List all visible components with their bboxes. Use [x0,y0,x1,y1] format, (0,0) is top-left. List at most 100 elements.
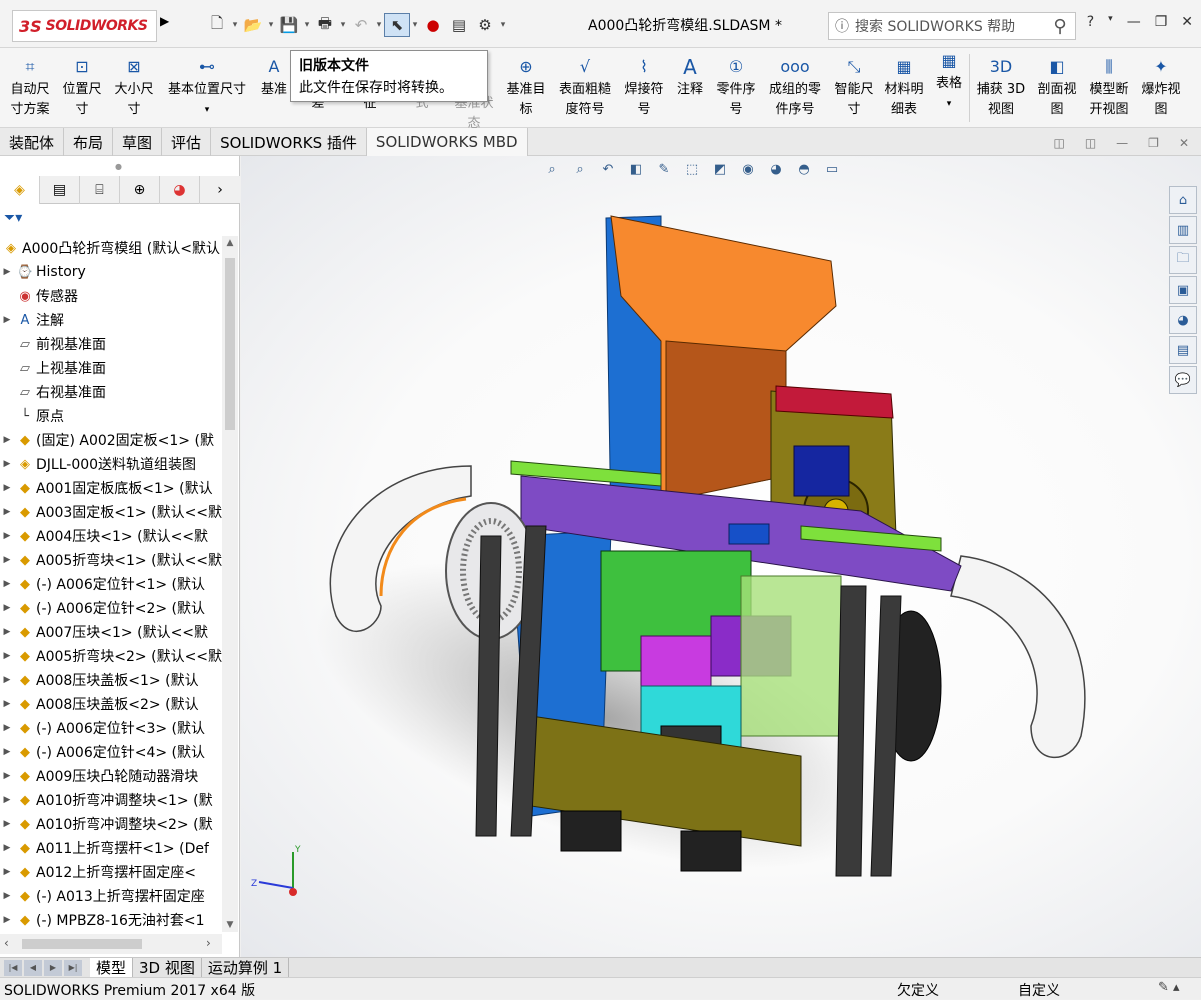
tree-item[interactable]: ▶ A 注解 [0,308,222,332]
tree-vertical-scrollbar[interactable]: ▲ ▼ [222,236,238,932]
dimxpert-tab-icon[interactable]: ⊕ [120,176,160,204]
scroll-thumb[interactable] [225,258,235,430]
expand-arrow-icon[interactable]: ▶ [0,747,14,757]
expand-arrow-icon[interactable]: ▶ [0,315,14,325]
tab-evaluate[interactable]: 评估 [162,128,212,156]
tree-item[interactable]: ▶ ◆ (-) MPBZ8-16无油衬套<1 [0,908,222,932]
expand-arrow-icon[interactable]: ▶ [0,843,14,853]
search-icon[interactable]: ⚲ [1045,16,1075,37]
expand-arrow-icon[interactable]: ▶ [0,915,14,925]
help-menu-icon[interactable]: ? [1087,14,1094,30]
expand-arrow-icon[interactable]: ▶ [0,699,14,709]
ribbon-button-weld-symbol[interactable]: ⌇ 焊接符 号 [620,54,668,120]
chevron-down-icon[interactable]: ▾ [1108,14,1113,30]
scroll-left-icon[interactable]: ‹ [4,936,9,950]
tree-item[interactable]: ▶ ◆ (固定) A002固定板<1> (默 [0,428,222,452]
tree-item[interactable]: ▶ ◆ A010折弯冲调整块<1> (默 [0,788,222,812]
ribbon-button-section-view[interactable]: ◧ 剖面视 图 [1032,54,1082,120]
tree-item[interactable]: ▱ 前视基准面 [0,332,222,356]
design-library-icon[interactable]: ▥ [1169,216,1197,244]
expand-arrow-icon[interactable]: ▶ [0,723,14,733]
ribbon-button-auto-dimension[interactable]: ⌗ 自动尺 寸方案 [6,54,54,120]
tree-item[interactable]: ▱ 上视基准面 [0,356,222,380]
tree-item[interactable]: ▶ ◆ (-) A006定位针<4> (默认 [0,740,222,764]
chevron-down-icon[interactable]: ▾ [230,20,240,30]
prev-tab-icon[interactable]: ◀ [24,959,42,976]
ribbon-button-smart-dimension[interactable]: ⤡ 智能尺 寸 [830,54,878,120]
tab-mbd[interactable]: SOLIDWORKS MBD [366,128,528,156]
save-icon[interactable]: 💾 [276,13,302,37]
tree-item[interactable]: ▶ ◆ A012上折弯摆杆固定座< [0,860,222,884]
property-manager-tab-icon[interactable]: ▤ [40,176,80,204]
graphics-area[interactable]: ⌕ ⌕ ↶ ◧ ✎ ⬚ ◩ ◉ ◕ ◓ ▭ Y Z ⌂ ▥ 🗀 ▣ ◕ ▤ 💬 [241,156,1201,957]
restore-icon[interactable]: ❐ [1155,14,1168,30]
scroll-down-icon[interactable]: ▼ [222,920,238,930]
minimize-icon[interactable]: — [1116,136,1128,150]
tree-item[interactable]: ▶ ◆ (-) A013上折弯摆杆固定座 [0,884,222,908]
ribbon-button-balloon[interactable]: ① 零件序 号 [712,54,760,120]
display-manager-tab-icon[interactable]: ◕ [160,176,200,204]
file-properties-icon[interactable]: ▤ [446,13,472,37]
tree-root[interactable]: ◈ A000凸轮折弯模组 (默认<默认 [0,236,222,260]
chevron-right-icon[interactable]: › [200,176,240,204]
ribbon-button-surface-finish[interactable]: √ 表面粗糙 度符号 [554,54,616,120]
ribbon-button-capture-3d-view[interactable]: 3D 捕获 3D 视图 [972,54,1030,120]
tree-item[interactable]: ▶ ◆ (-) A006定位针<1> (默认 [0,572,222,596]
tree-item[interactable]: ▶ ◆ A009压块凸轮随动器滑块 [0,764,222,788]
chevron-down-icon[interactable]: ▾ [266,20,276,30]
next-tab-icon[interactable]: ▶ [44,959,62,976]
chevron-down-icon[interactable]: ▾ [374,20,384,30]
custom-properties-icon[interactable]: ▤ [1169,336,1197,364]
chevron-down-icon[interactable]: ▾ [302,20,312,30]
tree-item[interactable]: ▶ ◆ A008压块盖板<2> (默认 [0,692,222,716]
tile-left-icon[interactable]: ◫ [1053,136,1064,150]
expand-arrow-icon[interactable]: ▶ [0,579,14,589]
expand-arrow-icon[interactable]: ▶ [0,435,14,445]
rebuild-traffic-light-icon[interactable]: ● [420,13,446,37]
tree-item[interactable]: ◉ 传感器 [0,284,222,308]
chevron-down-icon[interactable]: ▾ [932,94,966,114]
options-gear-icon[interactable]: ⚙ [472,13,498,37]
tree-item[interactable]: ▶ ◆ (-) A006定位针<3> (默认 [0,716,222,740]
ribbon-button-table[interactable]: ▦ 表格 ▾ [932,48,966,114]
restore-icon[interactable]: ❐ [1148,136,1159,150]
select-cursor-icon[interactable]: ⬉ [384,13,410,37]
tree-item[interactable]: ▶ ◆ (-) A006定位针<2> (默认 [0,596,222,620]
ribbon-button-datum[interactable]: A 基准 [256,54,292,100]
close-icon[interactable]: ✕ [1179,136,1189,150]
tile-right-icon[interactable]: ◫ [1085,136,1096,150]
file-explorer-icon[interactable]: 🗀 [1169,246,1197,274]
ribbon-button-note[interactable]: A 注释 [672,54,708,100]
tree-item[interactable]: ▶ ◆ A003固定板<1> (默认<<默 [0,500,222,524]
tab-addins[interactable]: SOLIDWORKS 插件 [211,128,367,156]
expand-arrow-icon[interactable]: ▶ [0,531,14,541]
open-file-icon[interactable]: 📂 [240,13,266,37]
tree-horizontal-scrollbar[interactable]: ‹ › [0,934,222,954]
expand-arrow-icon[interactable]: ▶ [0,891,14,901]
filter-icon[interactable]: ⏷▾ [4,210,22,226]
expand-arrow-icon[interactable]: ▶ [0,483,14,493]
last-tab-icon[interactable]: ▶| [64,959,82,976]
tree-item[interactable]: ▶ ◆ A004压块<1> (默认<<默 [0,524,222,548]
tree-item[interactable]: ▶ ◈ DJLL-000送料轨道组装图 [0,452,222,476]
view-palette-icon[interactable]: ▣ [1169,276,1197,304]
tree-item[interactable]: ▶ ◆ A001固定板底板<1> (默认 [0,476,222,500]
chevron-down-icon[interactable]: ▾ [162,100,252,120]
configuration-manager-tab-icon[interactable]: ⌸ [80,176,120,204]
tab-motion-study[interactable]: 运动算例 1 [202,957,290,978]
expand-arrow-icon[interactable]: ▶ [0,603,14,613]
ribbon-button-model-break-view[interactable]: ⫼ 模型断 开视图 [1084,54,1134,120]
tree-item[interactable]: ▶ ◆ A007压块<1> (默认<<默 [0,620,222,644]
ribbon-button-basic-location-dimension[interactable]: ⊷ 基本位置尺寸 ▾ [162,54,252,120]
expand-arrow-icon[interactable]: ▶ [0,651,14,661]
expand-arrow-icon[interactable]: ▶ [0,819,14,829]
chevron-down-icon[interactable]: ▾ [410,20,420,30]
chevron-down-icon[interactable]: ▾ [498,20,508,30]
tree-item[interactable]: ▶ ◆ A008压块盖板<1> (默认 [0,668,222,692]
tree-item[interactable]: └ 原点 [0,404,222,428]
undo-icon[interactable]: ↶ [348,13,374,37]
scroll-up-icon[interactable]: ▲ [222,238,238,248]
expand-arrow-icon[interactable]: ▶ [0,627,14,637]
close-icon[interactable]: ✕ [1181,14,1193,30]
tree-item[interactable]: ▶ ◆ A011上折弯摆杆<1> (Def [0,836,222,860]
